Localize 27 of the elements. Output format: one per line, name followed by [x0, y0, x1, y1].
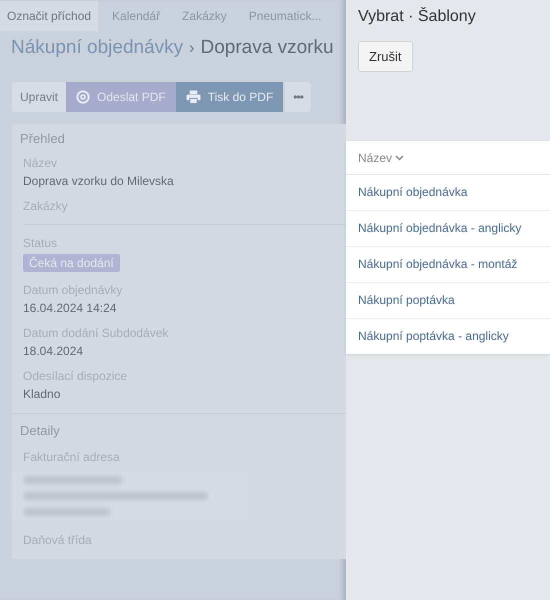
nav-tab[interactable]: Kalendář — [104, 0, 168, 30]
chevron-down-icon — [395, 155, 404, 161]
cancel-button[interactable]: Zrušit — [358, 41, 412, 72]
dialog-title: Vybrat · Šablony — [358, 8, 477, 26]
breadcrumb-separator: › — [189, 40, 194, 58]
field-value: Doprava vzorku do Milevska — [23, 174, 175, 188]
printer-icon — [186, 90, 201, 104]
page-title: Doprava vzorku — [200, 37, 334, 59]
print-pdf-button[interactable]: Tisk do PDF — [176, 82, 284, 112]
section-header: Přehled — [19, 130, 66, 146]
nav-tab[interactable]: Zakázky — [174, 0, 235, 30]
template-link[interactable]: Nákupní poptávka - anglicky — [358, 329, 509, 343]
section-header: Detaily — [12, 413, 346, 440]
nav-tab[interactable]: Označit příchod — [0, 0, 98, 30]
template-link[interactable]: Nákupní objednávka - anglicky — [358, 221, 522, 235]
template-link[interactable]: Nákupní poptávka — [358, 293, 455, 307]
field-value: 18.04.2024 — [23, 344, 84, 358]
template-link[interactable]: Nákupní objednávka — [358, 185, 468, 199]
breadcrumb-link[interactable]: Nákupní objednávky — [11, 37, 184, 59]
field-value: 16.04.2024 14:24 — [23, 301, 118, 315]
template-link[interactable]: Nákupní objednávka - montáž — [358, 257, 518, 271]
column-header[interactable]: Název — [358, 151, 404, 165]
more-button[interactable]: ••• — [285, 82, 311, 112]
edit-button[interactable]: Upravit — [12, 82, 66, 112]
nav-tab[interactable]: Pneumatick... — [240, 0, 330, 30]
send-pdf-button[interactable]: Odeslat PDF — [66, 82, 176, 112]
field-value: Kladno — [23, 387, 62, 401]
